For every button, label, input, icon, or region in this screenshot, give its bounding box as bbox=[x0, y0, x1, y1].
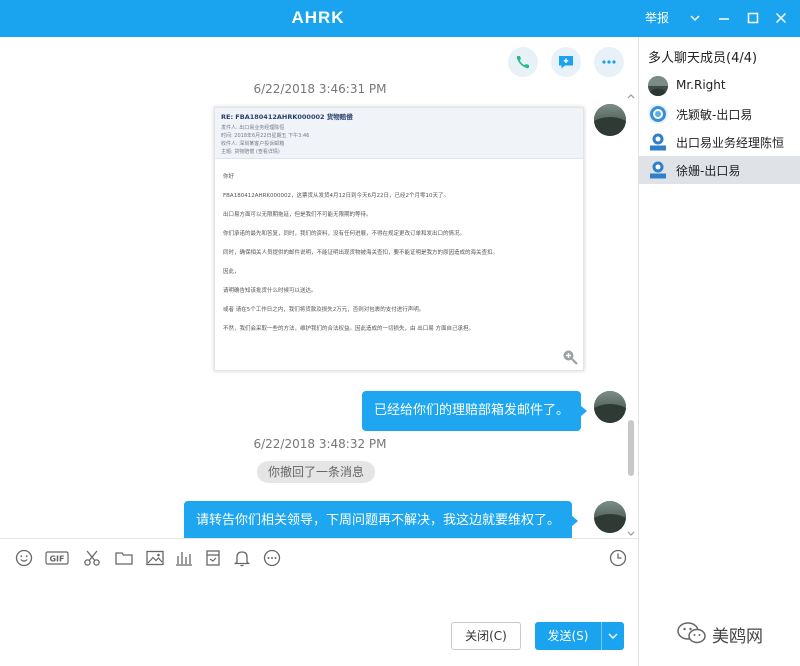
email-line: 你好 bbox=[223, 174, 235, 180]
wechat-icon bbox=[677, 622, 706, 644]
gif-icon[interactable]: GIF bbox=[45, 548, 69, 568]
message-timestamp: 6/22/2018 3:46:31 PM bbox=[253, 82, 387, 96]
members-panel: 多人聊天成员(4/4) Mr.Right 冼颖敏-出口易 出口易业务经理陈恒 徐… bbox=[639, 37, 800, 666]
svg-text:GIF: GIF bbox=[49, 555, 64, 564]
watermark-text: 美鸥网 bbox=[712, 627, 763, 647]
chat-bubble[interactable]: 请转告你们相关领导，下周问题再不解决，我这边就要维权了。 bbox=[184, 501, 579, 538]
scissors-icon[interactable] bbox=[82, 548, 102, 568]
close-button[interactable]: 关闭(C) bbox=[451, 622, 521, 650]
phone-icon[interactable] bbox=[508, 47, 538, 77]
scroll-thumb[interactable] bbox=[628, 420, 634, 476]
clock-icon[interactable] bbox=[608, 548, 628, 568]
email-line: FBA180412AHRK000002，这票货从发货4月12日到今天6月22日，… bbox=[223, 193, 450, 199]
avatar bbox=[648, 132, 668, 152]
emoji-icon[interactable] bbox=[14, 548, 34, 568]
send-button[interactable]: 发送(S) bbox=[535, 622, 601, 650]
email-line: 你们承诺的最先和答复，同时，我们的资料，没有任何进展，不得在规定更改订单和发出口… bbox=[223, 231, 466, 237]
message-timestamp: 6/22/2018 3:48:32 PM bbox=[253, 437, 387, 451]
image-icon[interactable] bbox=[145, 548, 165, 568]
email-line: 或者 请在5个工作日之内，我们将货款及损失2万元，否则对包裹的支付进行声明。 bbox=[223, 307, 425, 313]
email-line: 不然，我们会采取一些的方法，维护我们的合法权益。因此造成的一切损失，由 出口易 … bbox=[223, 326, 475, 332]
member-item[interactable]: 徐姗-出口易 bbox=[639, 156, 800, 184]
email-line: 同时，确保相关人员提供的邮件说明，不能证明出现货物被海关查扣，要不能证明是我方的… bbox=[223, 250, 499, 256]
dropdown-icon[interactable] bbox=[686, 9, 704, 27]
avatar[interactable] bbox=[594, 104, 626, 136]
email-line: 出口易方面可以无限期拖延，但是我们不可能无限期的等待。 bbox=[223, 212, 372, 218]
zoom-in-icon[interactable] bbox=[562, 349, 578, 369]
maximize-icon[interactable] bbox=[744, 9, 762, 27]
chart-icon[interactable] bbox=[174, 548, 194, 568]
member-name: 出口易业务经理陈恒 bbox=[676, 136, 785, 150]
avatar bbox=[648, 160, 668, 180]
scroll-down-icon[interactable] bbox=[627, 523, 635, 536]
email-screenshot[interactable]: RE: FBA180412AHRK000002 货物赔偿 发件人: 出口易业务经… bbox=[214, 107, 584, 371]
more-icon[interactable] bbox=[594, 47, 624, 77]
member-name: 冼颖敏-出口易 bbox=[676, 108, 753, 122]
recall-notice: 你撤回了一条消息 bbox=[257, 461, 375, 483]
input-toolbar: GIF bbox=[0, 538, 638, 576]
email-subject: RE: FBA180412AHRK000002 货物赔偿 bbox=[221, 113, 353, 121]
chat-bubble[interactable]: 已经给你们的理赔部箱发邮件了。 bbox=[362, 391, 588, 431]
avatar bbox=[648, 104, 668, 124]
more-circle-icon[interactable] bbox=[262, 548, 282, 568]
member-name: 徐姗-出口易 bbox=[676, 164, 741, 178]
calendar-icon[interactable] bbox=[203, 548, 223, 568]
email-line: 请明确告知该批货什么时候可以送达。 bbox=[223, 288, 317, 294]
member-name: Mr.Right bbox=[676, 78, 726, 92]
email-body: 你好 FBA180412AHRK000002，这票货从发货4月12日到今天6月2… bbox=[215, 159, 583, 334]
avatar[interactable] bbox=[594, 391, 626, 423]
members-title: 多人聊天成员(4/4) bbox=[648, 51, 758, 66]
send-options-button[interactable] bbox=[601, 622, 624, 650]
avatar bbox=[648, 76, 668, 96]
member-item[interactable]: Mr.Right bbox=[639, 72, 800, 100]
member-item[interactable]: 冼颖敏-出口易 bbox=[639, 100, 800, 128]
email-header: RE: FBA180412AHRK000002 货物赔偿 发件人: 出口易业务经… bbox=[215, 108, 583, 159]
minimize-icon[interactable] bbox=[715, 9, 733, 27]
bell-icon[interactable] bbox=[232, 548, 252, 568]
chevron-down-icon bbox=[608, 633, 618, 639]
chat-panel: 6/22/2018 3:46:31 PM RE: FBA180412AHRK00… bbox=[0, 37, 638, 538]
title-bar: AHRK 举报 bbox=[0, 0, 800, 37]
message-input[interactable] bbox=[0, 576, 638, 666]
avatar[interactable] bbox=[594, 501, 626, 533]
message-icon[interactable] bbox=[551, 47, 581, 77]
email-meta: 发件人: 出口易业务经理陈恒 时间: 2018年6月22日星期五 下午3:46 … bbox=[221, 125, 310, 155]
folder-icon[interactable] bbox=[114, 548, 134, 568]
close-window-icon[interactable] bbox=[772, 9, 790, 27]
report-link[interactable]: 举报 bbox=[645, 0, 669, 37]
window-title: AHRK bbox=[291, 8, 345, 27]
scroll-up-icon[interactable] bbox=[627, 85, 635, 99]
chat-scrollbar[interactable] bbox=[627, 85, 635, 536]
watermark: 美鸥网 bbox=[676, 620, 763, 647]
email-line: 因此， bbox=[223, 269, 240, 275]
member-item[interactable]: 出口易业务经理陈恒 bbox=[639, 128, 800, 156]
